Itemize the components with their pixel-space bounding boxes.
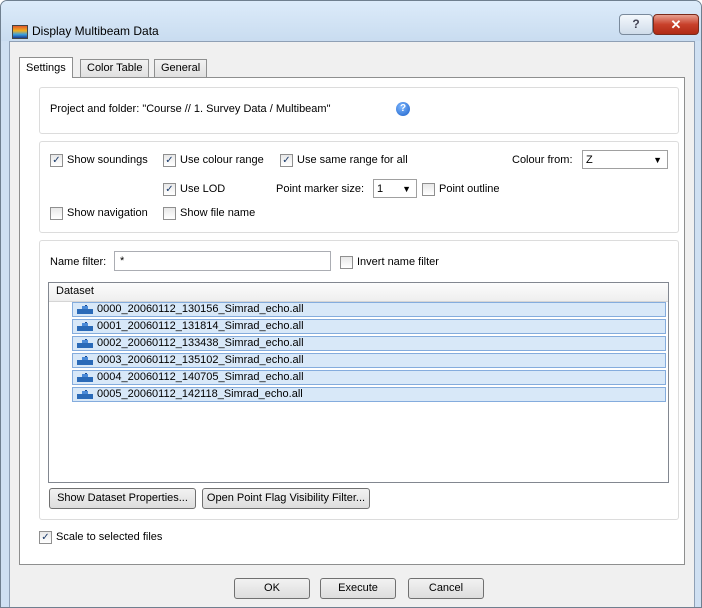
scale-to-selected-checkbox[interactable]: ✓ <box>39 531 52 544</box>
help-question-icon[interactable]: ? <box>396 102 410 116</box>
use-colour-range-label: Use colour range <box>180 154 264 166</box>
show-file-name-label: Show file name <box>180 207 256 219</box>
open-point-flag-filter-button[interactable]: Open Point Flag Visibility Filter... <box>202 488 370 509</box>
point-outline-label: Point outline <box>439 183 500 195</box>
dataset-row[interactable]: 0004_20060112_140705_Simrad_echo.all <box>72 370 666 385</box>
point-marker-size-dropdown[interactable]: 1 ▼ <box>373 179 417 198</box>
title-bar[interactable]: Display Multibeam Data ? ✕ <box>1 1 701 41</box>
dataset-row[interactable]: 0001_20060112_131814_Simrad_echo.all <box>72 319 666 334</box>
multibeam-file-icon <box>77 305 93 314</box>
cancel-button[interactable]: Cancel <box>408 578 484 599</box>
execute-button[interactable]: Execute <box>320 578 396 599</box>
multibeam-file-icon <box>77 322 93 331</box>
dataset-row[interactable]: 0002_20060112_133438_Simrad_echo.all <box>72 336 666 351</box>
dataset-file-name: 0003_20060112_135102_Simrad_echo.all <box>97 354 304 366</box>
ok-button[interactable]: OK <box>234 578 310 599</box>
tab-general[interactable]: General <box>154 59 208 77</box>
close-button[interactable]: ✕ <box>653 14 699 35</box>
use-same-range-checkbox[interactable]: ✓ <box>280 154 293 167</box>
colour-from-dropdown[interactable]: Z ▼ <box>582 150 668 169</box>
use-colour-range-checkbox[interactable]: ✓ <box>163 154 176 167</box>
multibeam-file-icon <box>77 339 93 348</box>
project-folder-text: Project and folder: "Course // 1. Survey… <box>50 103 331 115</box>
name-filter-label: Name filter: <box>50 256 107 268</box>
dataset-row[interactable]: 0005_20060112_142118_Simrad_echo.all <box>72 387 666 402</box>
dataset-file-name: 0000_20060112_130156_Simrad_echo.all <box>97 303 304 315</box>
show-navigation-label: Show navigation <box>67 207 148 219</box>
tab-color-table[interactable]: Color Table <box>80 59 150 77</box>
window-title: Display Multibeam Data <box>32 24 159 38</box>
show-navigation-checkbox[interactable] <box>50 207 63 220</box>
use-lod-checkbox[interactable]: ✓ <box>163 183 176 196</box>
invert-name-filter-checkbox[interactable] <box>340 256 353 269</box>
dataset-row[interactable]: 0000_20060112_130156_Simrad_echo.all <box>72 302 666 317</box>
name-filter-input[interactable]: * <box>114 251 331 271</box>
multibeam-file-icon <box>77 356 93 365</box>
tab-settings[interactable]: Settings <box>19 57 73 78</box>
use-lod-label: Use LOD <box>180 183 226 195</box>
chevron-down-icon: ▼ <box>402 184 411 194</box>
multibeam-file-icon <box>77 373 93 382</box>
dataset-file-name: 0005_20060112_142118_Simrad_echo.all <box>97 388 303 400</box>
dataset-column-header[interactable]: Dataset <box>49 283 668 302</box>
show-soundings-label: Show soundings <box>67 154 148 166</box>
dataset-file-name: 0004_20060112_140705_Simrad_echo.all <box>97 371 304 383</box>
colour-from-label: Colour from: <box>512 154 573 166</box>
colour-from-value: Z <box>586 154 593 166</box>
app-icon <box>12 25 28 39</box>
point-outline-checkbox[interactable] <box>422 183 435 196</box>
chevron-down-icon: ▼ <box>653 155 662 165</box>
multibeam-file-icon <box>77 390 93 399</box>
dataset-header-label: Dataset <box>56 285 94 297</box>
show-dataset-properties-button[interactable]: Show Dataset Properties... <box>49 488 196 509</box>
show-file-name-checkbox[interactable] <box>163 207 176 220</box>
dataset-file-name: 0001_20060112_131814_Simrad_echo.all <box>97 320 304 332</box>
use-same-range-label: Use same range for all <box>297 154 408 166</box>
scale-to-selected-label: Scale to selected files <box>56 531 163 543</box>
dataset-row[interactable]: 0003_20060112_135102_Simrad_echo.all <box>72 353 666 368</box>
point-marker-size-label: Point marker size: <box>276 183 365 195</box>
show-soundings-checkbox[interactable]: ✓ <box>50 154 63 167</box>
point-marker-size-value: 1 <box>377 183 384 195</box>
dataset-file-name: 0002_20060112_133438_Simrad_echo.all <box>97 337 304 349</box>
invert-name-filter-label: Invert name filter <box>357 256 439 268</box>
dataset-list[interactable]: Dataset 0000_20060112_130156_Simrad_echo… <box>48 282 669 483</box>
help-button[interactable]: ? <box>619 14 653 35</box>
